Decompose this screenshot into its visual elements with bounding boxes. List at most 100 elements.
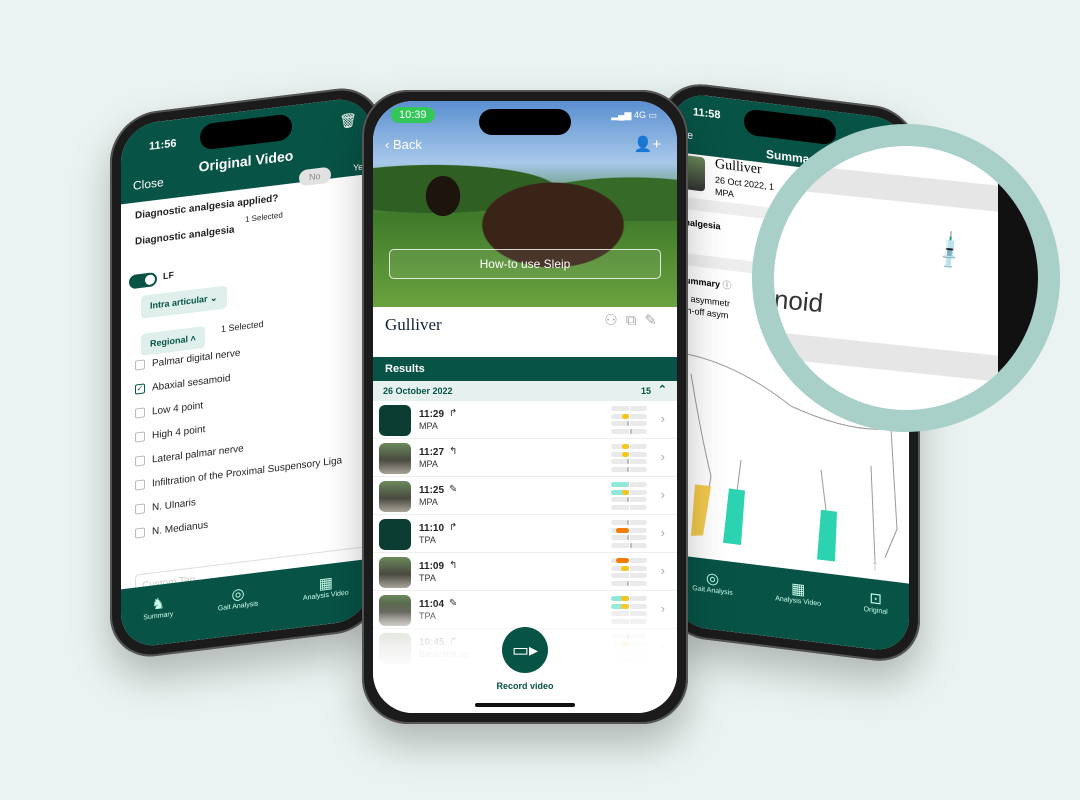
leg-right-fore <box>723 488 745 545</box>
result-row[interactable]: 11:25 ✎ MPA › <box>373 477 677 515</box>
asymmetry-bar <box>611 444 647 449</box>
asymmetry-bar <box>611 413 647 419</box>
asymmetry-bars <box>611 482 647 512</box>
edit-icon[interactable]: ✎ <box>644 312 665 329</box>
checkbox[interactable] <box>135 455 145 467</box>
asymmetry-bar <box>611 489 647 495</box>
bar-fill <box>611 482 629 487</box>
row-type: MPA <box>419 497 438 507</box>
video-thumbnail <box>379 443 411 474</box>
option-item[interactable]: ✓ Abaxial sesamoid <box>135 373 230 396</box>
tab-original[interactable]: ⊡ Original <box>864 588 888 651</box>
left-screen: 11:56 Original Video Close 🗑 No Yes Diag… <box>121 95 371 650</box>
close-button[interactable]: Close <box>133 175 164 193</box>
asymmetry-bar <box>611 573 647 578</box>
group-count: 15 <box>640 386 651 396</box>
bar-fill <box>621 451 629 457</box>
tab-analysis-video[interactable]: ▦ Analysis Video <box>775 577 821 643</box>
option-item[interactable]: Lateral palmar nerve <box>135 443 244 467</box>
magnifier-callout: 💉 noid <box>752 124 1060 432</box>
chevron-right-icon[interactable]: › <box>661 449 665 464</box>
asymmetry-bar <box>611 421 647 426</box>
leg-left-hind <box>817 509 837 562</box>
magnified-text: noid <box>772 283 825 319</box>
syringe-icon: 💉 <box>927 229 972 274</box>
turn-right-icon: ↱ <box>449 408 458 419</box>
asymmetry-bar <box>611 542 647 548</box>
video-thumbnail <box>379 519 411 550</box>
asymmetry-bars <box>611 444 647 474</box>
home-indicator <box>475 703 575 707</box>
result-row[interactable]: 11:27 ↰ MPA › <box>373 439 677 477</box>
result-row[interactable]: 11:29 ↱ MPA › <box>373 401 677 439</box>
option-item[interactable]: N. Ulnaris <box>135 497 196 515</box>
analgesia-count: 1 Selected <box>245 210 283 225</box>
row-type: TPA <box>419 573 436 583</box>
date-group-header[interactable]: 26 October 2022 15 ⌃ <box>373 381 677 401</box>
center-screen: 10:39 ▂▄▆ 4G ▭ ‹ Back 👤+ How-to use Slei… <box>373 101 677 713</box>
option-label: N. Ulnaris <box>152 497 196 514</box>
option-label: Abaxial sesamoid <box>152 372 231 394</box>
chevron-up-icon[interactable]: ⌃ <box>658 383 667 396</box>
option-item[interactable]: Low 4 point <box>135 400 203 419</box>
regional-dropdown[interactable]: Regional ˄ <box>141 326 205 356</box>
option-item[interactable]: High 4 point <box>135 424 205 444</box>
chevron-right-icon[interactable]: › <box>661 487 665 502</box>
checkbox[interactable] <box>135 479 145 491</box>
left-header: 11:56 Original Video Close 🗑 <box>121 95 371 205</box>
checkbox[interactable]: ✓ <box>135 383 145 395</box>
intra-articular-dropdown[interactable]: Intra articular ⌄ <box>141 285 227 319</box>
leg-left-fore <box>691 484 711 536</box>
bar-fill <box>616 558 629 563</box>
asymmetry-bar <box>611 565 647 571</box>
option-item[interactable]: N. Medianus <box>135 520 208 540</box>
record-video-button[interactable]: ▭▸ <box>502 627 548 673</box>
row-time: 11:09 <box>419 561 445 572</box>
turn-left-icon: ↰ <box>449 446 458 457</box>
result-row[interactable]: 11:10 ↱ TPA › <box>373 515 677 553</box>
checkbox[interactable] <box>135 503 145 515</box>
result-row[interactable]: 11:09 ↰ TPA › <box>373 553 677 591</box>
record-video-label: Record video <box>496 681 554 691</box>
turn-left-icon: ↰ <box>449 560 458 571</box>
asymmetry-bar <box>611 596 647 601</box>
option-label: Lateral palmar nerve <box>152 443 244 466</box>
checkbox[interactable] <box>135 431 145 443</box>
asymmetry-bar <box>611 459 647 464</box>
compare-icon[interactable]: ⧉ <box>626 312 645 329</box>
lf-toggle[interactable] <box>129 271 157 290</box>
dynamic-island <box>479 109 571 135</box>
bar-fill <box>616 527 629 533</box>
users-icon[interactable]: ⚇ <box>604 312 625 329</box>
bar-fill <box>621 413 629 419</box>
trash-icon[interactable]: 🗑 <box>339 111 357 130</box>
tab-summary[interactable]: ♞ Summary <box>143 593 173 647</box>
row-type: MPA <box>419 421 438 431</box>
chevron-right-icon[interactable]: › <box>661 525 665 540</box>
chevron-right-icon[interactable]: › <box>661 563 665 578</box>
analysis-type: MPA <box>715 186 734 200</box>
asymmetry-bar <box>611 406 647 411</box>
tab-analysis-video[interactable]: ▦ Analysis Video <box>303 571 349 627</box>
tab-gait-analysis[interactable]: ◎ Gait Analysis <box>218 582 258 637</box>
bar-fill <box>621 444 629 449</box>
checkbox[interactable] <box>135 359 145 371</box>
tab-gait-analysis[interactable]: ◎ Gait Analysis <box>692 567 732 632</box>
video-thumbnail <box>379 481 411 512</box>
left-phone: 11:56 Original Video Close 🗑 No Yes Diag… <box>110 83 382 662</box>
row-time: 11:10 <box>419 523 445 534</box>
help-icon[interactable]: ⓘ <box>723 280 732 291</box>
checkbox[interactable] <box>135 527 145 539</box>
back-button[interactable]: ‹ Back <box>385 137 422 152</box>
howto-button[interactable]: How-to use Sleip <box>389 249 661 279</box>
option-label: Low 4 point <box>152 400 204 418</box>
add-user-icon[interactable]: 👤+ <box>634 135 661 153</box>
checkbox[interactable] <box>135 407 145 419</box>
phone-edge <box>998 146 1038 410</box>
no-button[interactable]: No <box>299 166 331 187</box>
syringe-icon: ✎ <box>449 484 458 495</box>
row-type: MPA <box>419 459 438 469</box>
asymmetry-bar <box>611 580 647 586</box>
chevron-right-icon[interactable]: › <box>661 411 665 426</box>
results-header: Results <box>373 357 677 381</box>
